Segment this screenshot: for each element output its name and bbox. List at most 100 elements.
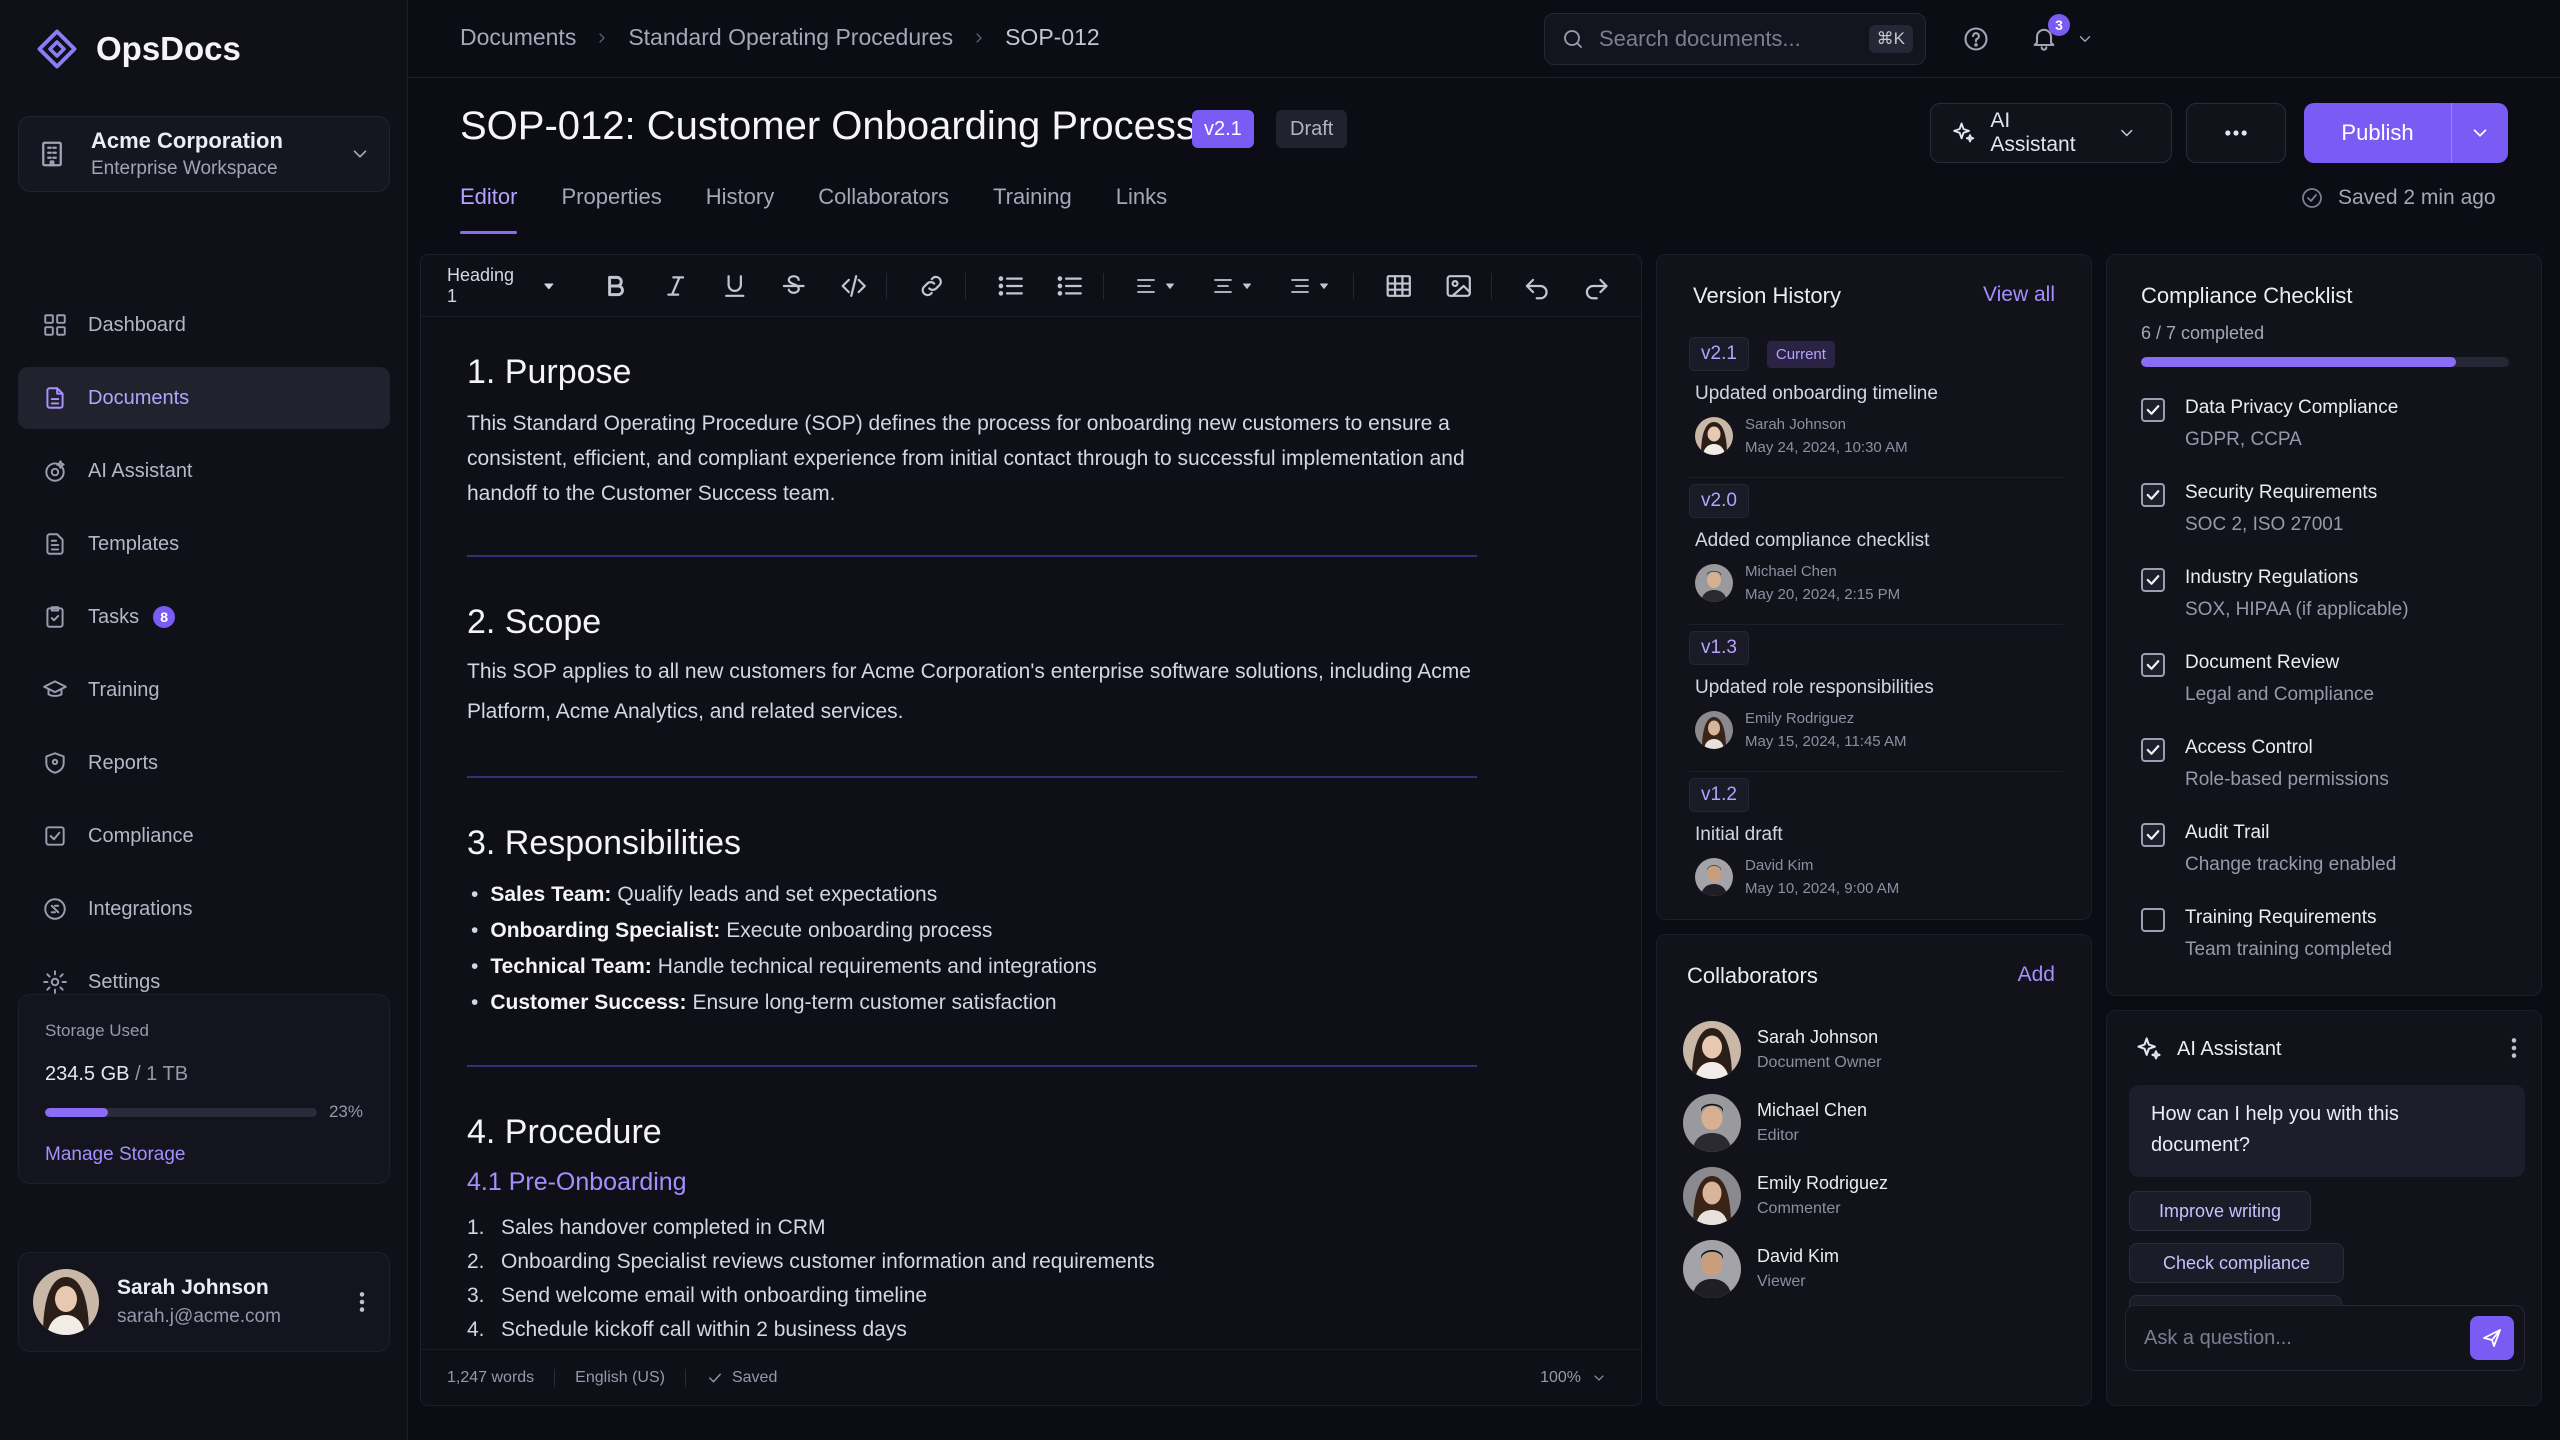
undo-icon[interactable]	[1522, 271, 1551, 301]
nav-item-dashboard[interactable]: Dashboard	[18, 294, 390, 356]
checklist-item-detail: Legal and Compliance	[2185, 684, 2375, 705]
app-logo[interactable]: OpsDocs	[36, 28, 241, 70]
nav-item-compliance[interactable]: Compliance	[18, 805, 390, 867]
ai-question-input[interactable]	[2144, 1326, 2470, 1350]
heading-select-value: Heading 1	[447, 264, 515, 306]
nav-item-ai-assistant[interactable]: AI Assistant	[18, 440, 390, 502]
ai-assistant-icon	[42, 458, 68, 484]
checkbox[interactable]	[2141, 398, 2165, 422]
checkbox[interactable]	[2141, 823, 2165, 847]
zoom-selector[interactable]: 100%	[1540, 1369, 1615, 1387]
list-item: 2. Onboarding Specialist reviews customer…	[467, 1245, 1477, 1279]
checkbox[interactable]	[2141, 908, 2165, 932]
more-actions-button[interactable]	[2186, 103, 2286, 163]
nav-item-tasks[interactable]: Tasks 8	[18, 586, 390, 648]
nav-label: Documents	[88, 386, 190, 409]
collaborator-item[interactable]: David Kim Viewer	[1683, 1232, 1888, 1305]
language-selector[interactable]: English (US)	[575, 1369, 665, 1387]
publish-button[interactable]: Publish	[2304, 103, 2508, 163]
link-icon[interactable]	[917, 271, 946, 301]
add-collaborator-button[interactable]: Add	[2018, 963, 2055, 987]
breadcrumb-item-documents[interactable]: Documents	[460, 24, 576, 51]
help-icon[interactable]	[1962, 25, 1990, 53]
checklist-item: Document Review Legal and Compliance	[2141, 652, 2521, 737]
compliance-list: Data Privacy Compliance GDPR, CCPA Securi…	[2141, 397, 2521, 992]
check-icon	[2144, 656, 2162, 674]
checkbox[interactable]	[2141, 738, 2165, 762]
more-horizontal-icon	[2222, 119, 2250, 147]
workspace-switcher[interactable]: Acme Corporation Enterprise Workspace	[18, 116, 390, 192]
checkbox[interactable]	[2141, 483, 2165, 507]
nav-item-documents[interactable]: Documents	[18, 367, 390, 429]
word-count: 1,247 words	[447, 1368, 535, 1386]
code-icon[interactable]	[839, 271, 868, 301]
align-left-dropdown[interactable]	[1134, 271, 1181, 301]
user-profile[interactable]: Sarah Johnson sarah.j@acme.com	[18, 1252, 390, 1352]
storage-progress-fill	[45, 1107, 108, 1117]
compliance-icon	[42, 823, 68, 849]
heading-select[interactable]: Heading 1	[447, 265, 557, 307]
table-icon[interactable]	[1384, 271, 1413, 301]
send-button[interactable]	[2470, 1316, 2514, 1360]
bullet-list-icon[interactable]	[996, 271, 1025, 301]
checkbox[interactable]	[2141, 653, 2165, 677]
version-author: Sarah Johnson	[1745, 416, 1846, 433]
tab-editor[interactable]: Editor	[460, 184, 518, 234]
collaborator-item[interactable]: Emily Rodriguez Commenter	[1683, 1159, 1888, 1232]
nav-item-reports[interactable]: Reports	[18, 732, 390, 794]
manage-storage-link[interactable]: Manage Storage	[45, 1144, 363, 1166]
version-item[interactable]: v1.3 Updated role responsibilities Emily…	[1689, 625, 2063, 772]
version-item[interactable]: v2.1 Current Updated onboarding timeline …	[1689, 331, 2063, 478]
underline-icon[interactable]	[720, 271, 749, 301]
check-icon	[2144, 571, 2162, 589]
version-item[interactable]: v1.2 Initial draft David Kim May 10, 2024…	[1689, 772, 2063, 919]
checklist-item-detail: SOX, HIPAA (if applicable)	[2185, 599, 2409, 620]
tab-collaborators[interactable]: Collaborators	[818, 184, 949, 234]
view-all-link[interactable]: View all	[1983, 283, 2055, 307]
ai-assistant-button[interactable]: AI Assistant	[1930, 103, 2172, 163]
compliance-progress-label: 6 / 7 completed	[2141, 323, 2265, 343]
line-spacing-dropdown[interactable]	[1288, 271, 1335, 301]
image-icon[interactable]	[1444, 271, 1473, 301]
publish-options-button[interactable]	[2452, 122, 2508, 144]
checklist-item-detail: Role-based permissions	[2185, 769, 2389, 790]
checklist-item: Data Privacy Compliance GDPR, CCPA	[2141, 397, 2521, 482]
avatar	[1695, 858, 1733, 896]
version-badge: v1.2	[1689, 778, 1749, 812]
storage-used: 234.5 GB	[45, 1063, 130, 1085]
bold-icon[interactable]	[601, 271, 630, 301]
suggestion-improve-writing[interactable]: Improve writing	[2129, 1191, 2312, 1231]
strikethrough-icon[interactable]	[779, 271, 808, 301]
checklist-item-detail: SOC 2, ISO 27001	[2185, 514, 2344, 535]
section-text-scope: This SOP applies to all new customers fo…	[467, 660, 1471, 723]
breadcrumb-item-sops[interactable]: Standard Operating Procedures	[628, 24, 953, 51]
send-icon	[2480, 1326, 2504, 1350]
align-center-dropdown[interactable]	[1211, 271, 1258, 301]
tab-properties[interactable]: Properties	[561, 184, 661, 234]
document-content[interactable]: 1. Purpose This Standard Operating Proce…	[467, 353, 1477, 1347]
more-vertical-icon[interactable]	[2501, 1035, 2527, 1061]
collaborator-item[interactable]: Sarah Johnson Document Owner	[1683, 1013, 1888, 1086]
numbered-list-icon[interactable]	[1055, 271, 1084, 301]
italic-icon[interactable]	[661, 271, 690, 301]
version-item[interactable]: v2.0 Added compliance checklist Michael …	[1689, 478, 2063, 625]
publish-label[interactable]: Publish	[2304, 103, 2452, 163]
more-vertical-icon[interactable]	[349, 1289, 375, 1315]
document-tabs: Editor Properties History Collaborators …	[460, 184, 1211, 234]
redo-icon[interactable]	[1582, 271, 1611, 301]
version-badge: v2.0	[1689, 484, 1749, 518]
chevron-down-icon[interactable]	[2076, 30, 2094, 48]
nav-item-templates[interactable]: Templates	[18, 513, 390, 575]
step-number: 4.	[467, 1318, 485, 1341]
suggestion-check-compliance[interactable]: Check compliance	[2129, 1243, 2345, 1283]
collaborator-item[interactable]: Michael Chen Editor	[1683, 1086, 1888, 1159]
tab-history[interactable]: History	[706, 184, 774, 234]
nav-item-training[interactable]: Training	[18, 659, 390, 721]
tab-links[interactable]: Links	[1116, 184, 1167, 234]
tab-training[interactable]: Training	[993, 184, 1072, 234]
role-label: Onboarding Specialist:	[490, 919, 721, 942]
checkbox[interactable]	[2141, 568, 2165, 592]
search-input[interactable]: Search documents... ⌘K	[1544, 13, 1926, 65]
nav-item-integrations[interactable]: Integrations	[18, 878, 390, 940]
subsection-heading: 4.1 Pre-Onboarding	[467, 1168, 687, 1196]
